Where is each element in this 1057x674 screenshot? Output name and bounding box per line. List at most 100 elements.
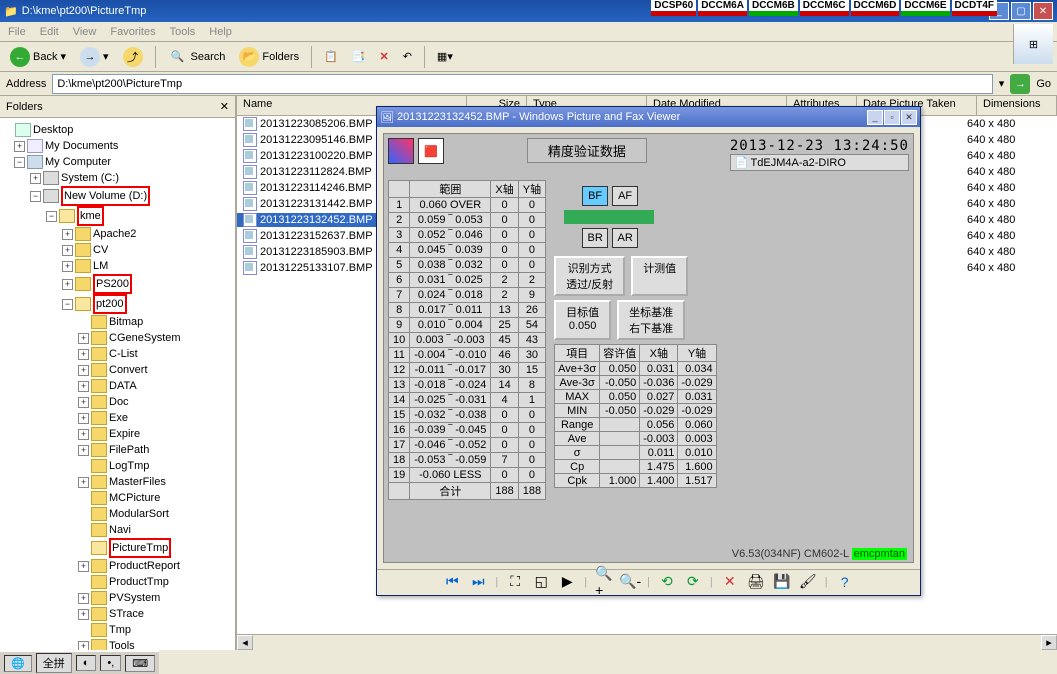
tree-MasterFiles[interactable]: +MasterFiles xyxy=(2,474,233,490)
go-label: Go xyxy=(1036,78,1051,90)
prev-icon[interactable]: ⏮ xyxy=(443,573,461,591)
folders-button[interactable]: 📂Folders xyxy=(235,45,303,69)
tree-mycomp[interactable]: −My Computer xyxy=(2,154,233,170)
measure-button[interactable]: 计测值 xyxy=(631,256,688,296)
tree-ModularSort[interactable]: ModularSort xyxy=(2,506,233,522)
move-to-button[interactable]: 📋 xyxy=(320,48,342,65)
viewer-minimize-button[interactable]: _ xyxy=(867,110,883,125)
folder-tree[interactable]: Desktop+My Documents−My Computer+System … xyxy=(0,118,235,650)
address-bar: Address ▾ → Go xyxy=(0,72,1057,96)
menu-view[interactable]: View xyxy=(73,26,97,38)
tree-desktop[interactable]: Desktop xyxy=(2,122,233,138)
tree-Navi[interactable]: Navi xyxy=(2,522,233,538)
h-scrollbar[interactable]: ◂▸ xyxy=(237,634,1057,650)
tree-MCPicture[interactable]: MCPicture xyxy=(2,490,233,506)
col-dim[interactable]: Dimensions xyxy=(977,96,1057,115)
menu-tools[interactable]: Tools xyxy=(170,26,196,38)
tree-Bitmap[interactable]: Bitmap xyxy=(2,314,233,330)
help-icon[interactable]: ? xyxy=(836,573,854,591)
copy-to-button[interactable]: 📑 xyxy=(348,48,370,65)
tree-LogTmp[interactable]: LogTmp xyxy=(2,458,233,474)
tree-newvol[interactable]: −New Volume (D:) xyxy=(2,186,233,206)
dash-icon-1 xyxy=(388,138,414,164)
maximize-button[interactable]: ▢ xyxy=(1011,2,1031,20)
tree-LM[interactable]: +LM xyxy=(2,258,233,274)
edit-icon[interactable]: 🖌 xyxy=(799,573,817,591)
viewer-toolbar: ⏮ ⏭ | ⛶ ◱ ▶ | 🔍+ 🔍- | ⟲ ⟳ | ✕ 🖨 💾 🖌 | ? xyxy=(377,569,920,593)
ime-button[interactable]: 🌐 xyxy=(4,655,32,672)
menu-favorites[interactable]: Favorites xyxy=(110,26,155,38)
ime-mode[interactable]: 全拼 xyxy=(36,653,72,673)
tree-PictureTmp[interactable]: PictureTmp xyxy=(2,538,233,558)
folders-pane: Folders ✕ Desktop+My Documents−My Comput… xyxy=(0,96,237,650)
tree-Doc[interactable]: +Doc xyxy=(2,394,233,410)
ime-kbd[interactable]: ⌨ xyxy=(125,655,155,672)
save-icon[interactable]: 💾 xyxy=(773,573,791,591)
forward-button[interactable]: →▾ xyxy=(76,45,113,69)
window-title: D:\kme\pt200\PictureTmp xyxy=(22,5,147,17)
close-pane-button[interactable]: ✕ xyxy=(220,100,229,113)
ime-half[interactable]: ◐ xyxy=(76,655,97,671)
slideshow-icon[interactable]: ▶ xyxy=(558,573,576,591)
tree-Exe[interactable]: +Exe xyxy=(2,410,233,426)
recognition-label: 识别方式透过/反射 xyxy=(554,256,625,296)
tree-DATA[interactable]: +DATA xyxy=(2,378,233,394)
tree-PS200[interactable]: +PS200 xyxy=(2,274,233,294)
viewer-maximize-button[interactable]: ▫ xyxy=(884,110,900,125)
tree-sysc[interactable]: +System (C:) xyxy=(2,170,233,186)
menu-edit[interactable]: Edit xyxy=(40,26,59,38)
image-icon: 🖼 xyxy=(380,111,394,124)
tree-Tmp[interactable]: Tmp xyxy=(2,622,233,638)
views-button[interactable]: ▦▾ xyxy=(433,48,457,65)
rotate-ccw-icon[interactable]: ⟲ xyxy=(658,573,676,591)
tree-Expire[interactable]: +Expire xyxy=(2,426,233,442)
fit-icon[interactable]: ⛶ xyxy=(506,573,524,591)
zoom-in-icon[interactable]: 🔍+ xyxy=(595,573,613,591)
viewer-footer: V6.53(034NF) CM602-L emcpmtan xyxy=(732,548,907,560)
menu-help[interactable]: Help xyxy=(209,26,232,38)
undo-button[interactable]: ↶ xyxy=(399,48,416,65)
bmp-icon xyxy=(243,197,257,211)
tree-ProductTmp[interactable]: ProductTmp xyxy=(2,574,233,590)
tree-FilePath[interactable]: +FilePath xyxy=(2,442,233,458)
tree-Apache2[interactable]: +Apache2 xyxy=(2,226,233,242)
tree-mydocs[interactable]: +My Documents xyxy=(2,138,233,154)
tree-C-List[interactable]: +C-List xyxy=(2,346,233,362)
ime-punct[interactable]: •, xyxy=(100,655,121,671)
tree-Tools[interactable]: +Tools xyxy=(2,638,233,650)
tree-kme[interactable]: −kme xyxy=(2,206,233,226)
tree-STrace[interactable]: +STrace xyxy=(2,606,233,622)
tree-CV[interactable]: +CV xyxy=(2,242,233,258)
file-list-pane: Name Size Type Date Modified Attributes … xyxy=(237,96,1057,650)
address-dropdown[interactable]: ▾ xyxy=(999,77,1005,90)
close-button[interactable]: ✕ xyxy=(1033,2,1053,20)
zoom-out-icon[interactable]: 🔍- xyxy=(621,573,639,591)
viewer-close-button[interactable]: ✕ xyxy=(901,110,917,125)
actual-icon[interactable]: ◱ xyxy=(532,573,550,591)
delete-icon[interactable]: ✕ xyxy=(721,573,739,591)
delete-button[interactable]: ✕ xyxy=(375,48,392,65)
tree-CGeneSystem[interactable]: +CGeneSystem xyxy=(2,330,233,346)
print-icon[interactable]: 🖨 xyxy=(747,573,765,591)
tree-PVSystem[interactable]: +PVSystem xyxy=(2,590,233,606)
address-input[interactable] xyxy=(52,74,992,94)
windows-logo-icon: ⊞ xyxy=(1013,24,1053,64)
next-icon[interactable]: ⏭ xyxy=(469,573,487,591)
search-button[interactable]: 🔍Search xyxy=(164,45,230,69)
bmp-icon xyxy=(243,229,257,243)
go-button[interactable]: → xyxy=(1010,74,1030,94)
bmp-icon xyxy=(243,117,257,131)
back-button[interactable]: ←Back ▾ xyxy=(6,45,70,69)
menu-file[interactable]: File xyxy=(8,26,26,38)
axis-diagram: BF AF BR AR xyxy=(554,182,664,252)
bmp-icon xyxy=(243,261,257,275)
tree-ProductReport[interactable]: +ProductReport xyxy=(2,558,233,574)
up-button[interactable]: ⤴ xyxy=(119,45,147,69)
tree-pt200[interactable]: −pt200 xyxy=(2,294,233,314)
target-label: 目标值0.050 xyxy=(554,300,611,340)
picture-viewer-window: 🖼 20131223132452.BMP - Windows Picture a… xyxy=(376,106,921,596)
indicator-DCSP60: DCSP60 xyxy=(651,0,696,16)
rotate-cw-icon[interactable]: ⟳ xyxy=(684,573,702,591)
chevron-down-icon: ▾ xyxy=(103,50,109,63)
tree-Convert[interactable]: +Convert xyxy=(2,362,233,378)
